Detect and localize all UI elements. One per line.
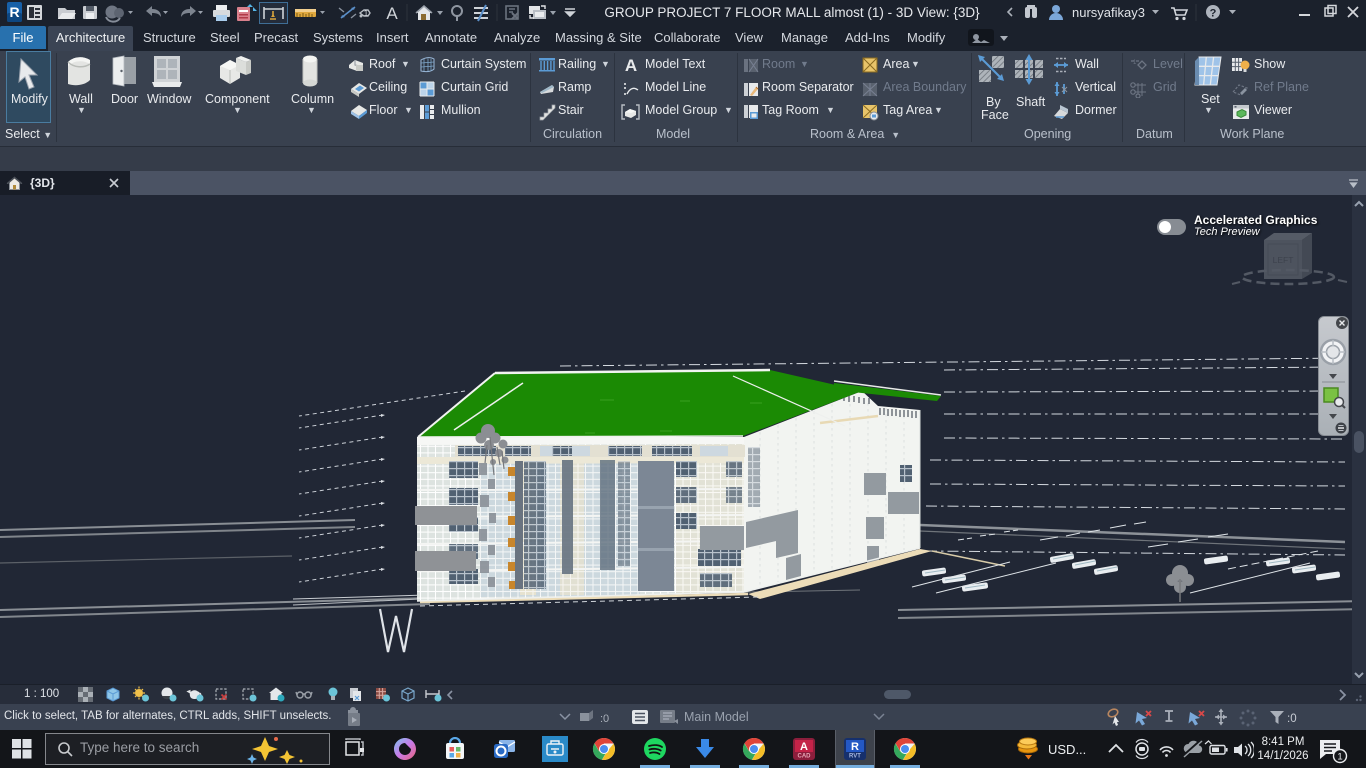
svg-text:RVT: RVT: [849, 754, 861, 760]
svg-text:A: A: [386, 4, 398, 23]
svg-text:R: R: [9, 4, 19, 20]
svg-text::0: :0: [1287, 713, 1297, 725]
svg-text:CAD: CAD: [798, 754, 812, 760]
svg-text:A: A: [800, 741, 808, 753]
svg-text::0: :0: [600, 713, 609, 725]
svg-text:nursyafikay3: nursyafikay3: [1072, 5, 1145, 20]
svg-text:1: 1: [364, 9, 369, 18]
svg-text:?: ?: [1210, 8, 1217, 20]
svg-text:1: 1: [1337, 752, 1342, 763]
svg-text:R: R: [851, 741, 859, 753]
svg-text:LEFT: LEFT: [1273, 255, 1294, 265]
svg-text:GROUP PROJECT 7 FLOOR MALL alm: GROUP PROJECT 7 FLOOR MALL almost (1) - …: [604, 5, 980, 20]
svg-text:A: A: [625, 56, 637, 74]
